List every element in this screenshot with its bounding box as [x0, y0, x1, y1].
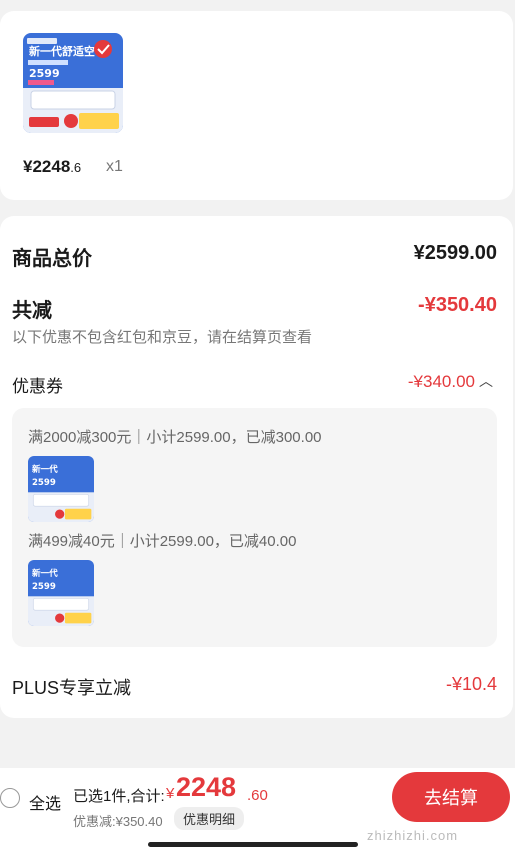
- home-indicator: [148, 842, 358, 847]
- total-amount: 2248: [176, 772, 237, 802]
- watermark: zhizhizhi.com: [367, 828, 459, 843]
- total-currency: ¥: [166, 785, 175, 802]
- plus-discount-label: PLUS专享立减: [12, 678, 132, 698]
- select-all-label[interactable]: 全选: [29, 790, 61, 814]
- coupon-rule-2: 满499减40元｜小计2599.00，已减40.00: [28, 533, 297, 550]
- svg-text:2599: 2599: [32, 478, 56, 488]
- selected-count: 已选1件,合计:: [73, 788, 165, 805]
- checkout-button[interactable]: 去结算: [392, 772, 510, 822]
- coupon-rule-1: 满2000减300元｜小计2599.00，已减300.00: [28, 429, 322, 446]
- product-image[interactable]: 新一代舒适空 2599: [23, 33, 123, 133]
- chevron-up-icon[interactable]: ︿: [479, 371, 493, 391]
- coupon-product-image-1[interactable]: 新一代 2599: [28, 456, 94, 522]
- item-price: ¥2248.6: [23, 157, 82, 176]
- coupon-label[interactable]: 优惠券: [12, 372, 63, 397]
- goods-total-label: 商品总价: [12, 248, 92, 270]
- svg-text:2599: 2599: [32, 582, 56, 592]
- total-discount-value: -¥350.40: [418, 294, 497, 316]
- radio-unchecked-icon[interactable]: [0, 788, 20, 808]
- saved-amount: 优惠减:¥350.40: [73, 814, 163, 829]
- goods-total-value: ¥2599.00: [413, 242, 497, 264]
- product-image-price: 2599: [29, 67, 60, 80]
- svg-text:新一代: 新一代: [32, 463, 58, 475]
- total-discount-label: 共减: [12, 300, 52, 322]
- product-promo-text: 新一代舒适空: [29, 44, 95, 58]
- item-quantity: x1: [106, 158, 123, 175]
- discount-note: 以下优惠不包含红包和京豆，请在结算页查看: [12, 329, 313, 346]
- discount-detail-button[interactable]: 优惠明细: [174, 807, 245, 830]
- total-amount-decimal: .60: [247, 787, 268, 804]
- coupon-value[interactable]: -¥340.00: [408, 372, 475, 392]
- svg-text:新一代: 新一代: [32, 567, 58, 579]
- plus-discount-value: -¥10.4: [445, 674, 497, 694]
- coupon-product-image-2[interactable]: 新一代 2599: [28, 560, 94, 626]
